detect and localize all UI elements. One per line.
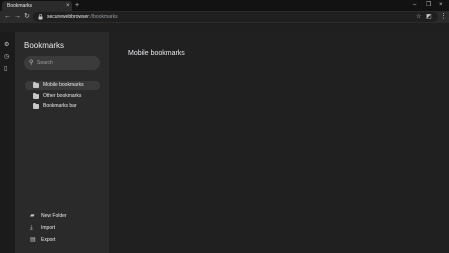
new-tab-icon[interactable]: + (75, 1, 79, 10)
side-rail: ⚙ ◷ ▯ (0, 32, 15, 253)
url-host: securewebbrowser (47, 14, 89, 20)
search-icon: ⚲ (29, 60, 34, 66)
export-label: Export (41, 237, 56, 243)
folder-other-bookmarks[interactable]: Other bookmarks (25, 92, 100, 101)
new-folder-button[interactable]: ▰ New Folder (25, 212, 100, 221)
export-icon: ▤ (30, 237, 36, 243)
new-folder-icon: ▰ (30, 213, 35, 219)
folder-bookmarks-bar[interactable]: Bookmarks bar (25, 102, 100, 111)
address-bar[interactable]: securewebbrowser://bookmarks ☆ (33, 12, 438, 22)
maximize-icon[interactable]: ❐ (426, 0, 431, 10)
folder-label: Bookmarks bar (43, 103, 77, 109)
back-icon[interactable]: ← (4, 12, 11, 22)
forward-icon[interactable]: → (14, 12, 21, 22)
menu-icon[interactable]: ⋮ (440, 12, 447, 22)
import-label: Import (41, 225, 56, 231)
window-close-icon[interactable]: × (439, 0, 443, 10)
history-icon[interactable]: ◷ (4, 53, 9, 60)
export-button[interactable]: ▤ Export (25, 236, 100, 245)
folder-mobile-bookmarks[interactable]: Mobile bookmarks (25, 81, 100, 90)
search-input[interactable] (37, 56, 97, 70)
bookmarks-icon[interactable]: ▯ (4, 65, 7, 72)
url-path: ://bookmarks (88, 14, 118, 20)
import-icon: ⤓ (30, 225, 33, 231)
folder-icon (33, 82, 39, 88)
browser-toolbar: ← → ↻ securewebbrowser://bookmarks ☆ ◩ ⋮ (0, 11, 449, 23)
settings-icon[interactable]: ⚙ (4, 41, 9, 48)
tab-close-icon[interactable]: × (66, 2, 70, 10)
tab-title: Bookmarks (7, 3, 33, 9)
new-folder-label: New Folder (41, 213, 67, 219)
main-content: Mobile bookmarks (109, 32, 449, 253)
tab-strip: Bookmarks × + – ❐ × (0, 0, 449, 11)
extension-icon[interactable]: ◩ (426, 12, 432, 22)
folder-label: Mobile bookmarks (43, 82, 84, 88)
minimize-icon[interactable]: – (413, 0, 416, 10)
search-box[interactable]: ⚲ (24, 56, 100, 70)
lock-icon[interactable] (38, 12, 43, 22)
import-button[interactable]: ⤓ Import (25, 224, 100, 233)
bookmarks-sidebar: Bookmarks ⚲ Mobile bookmarks Other bookm… (15, 32, 109, 253)
sidebar-title: Bookmarks (24, 41, 65, 50)
url-text: securewebbrowser://bookmarks (47, 12, 118, 22)
folder-label: Other bookmarks (43, 93, 82, 99)
bookmark-star-icon[interactable]: ☆ (416, 12, 421, 22)
folder-icon (33, 103, 39, 109)
folder-icon (33, 93, 39, 99)
tab-bookmarks[interactable]: Bookmarks × (2, 1, 72, 11)
folder-heading: Mobile bookmarks (128, 50, 185, 57)
reload-icon[interactable]: ↻ (24, 12, 30, 22)
